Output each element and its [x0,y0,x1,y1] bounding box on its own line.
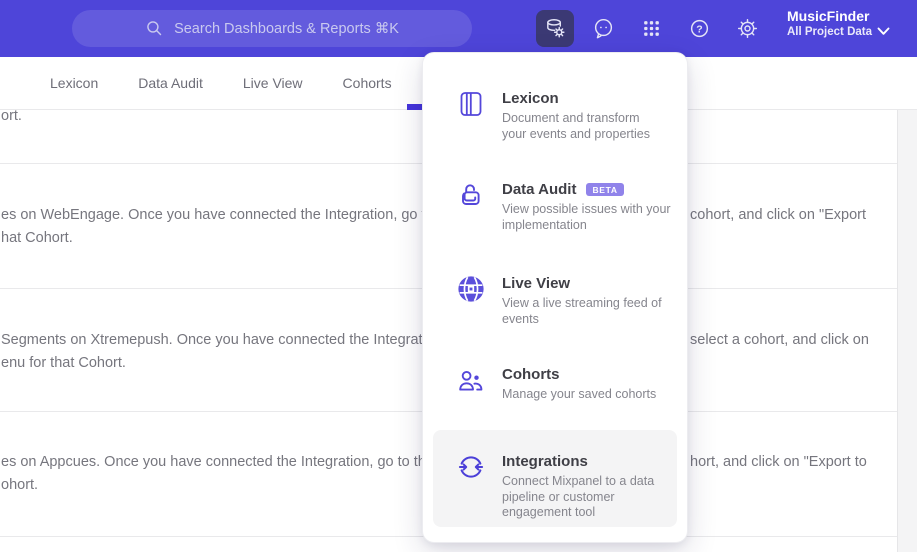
cohorts-people-icon [457,366,485,394]
beta-badge: BETA [586,182,624,197]
content-text-fragment: ohort. [1,477,39,493]
tab-lexicon[interactable]: Lexicon [50,75,98,91]
content-text-fragment: es on WebEngage. Once you have connected… [1,207,458,223]
mixpanel-app: ort. es on WebEngage. Once you have conn… [0,0,917,552]
help-button[interactable]: ? [680,10,718,47]
topbar-icon-group: ? [536,10,766,47]
scrollbar-track[interactable] [897,110,917,552]
journal-icon [457,90,485,118]
feedback-bubble-icon [592,17,615,40]
data-management-button[interactable] [536,10,574,47]
svg-text:?: ? [696,23,702,35]
chevron-down-icon[interactable] [877,23,890,41]
search-icon [145,19,164,38]
tab-data-audit[interactable]: Data Audit [138,75,203,91]
menu-item-title: Integrations [502,453,588,470]
menu-item-title: Cohorts [502,366,560,383]
menu-item-data-audit[interactable]: Data Audit BETA View possible issues wit… [457,181,680,233]
menu-item-title: Live View [502,275,571,292]
menu-item-live-view[interactable]: Live View View a live streaming feed of … [457,275,680,327]
content-text-fragment: select a cohort, and click on [690,332,869,348]
menu-item-description: Manage your saved cohorts [502,387,657,401]
tab-cohorts[interactable]: Cohorts [343,75,392,91]
gear-icon [736,17,759,40]
help-icon: ? [688,17,711,40]
feedback-button[interactable] [584,10,622,47]
database-gear-icon [544,17,567,40]
apps-grid-icon [641,18,662,39]
content-text-fragment: es on Appcues. Once you have connected t… [1,454,450,470]
active-tab-indicator [407,104,423,110]
content-text-fragment: Segments on Xtremepush. Once you have co… [1,332,446,348]
menu-item-description: Connect Mixpanel to a data pipeline or c… [502,474,655,519]
lock-audit-icon [457,181,485,209]
search-input[interactable]: Search Dashboards & Reports ⌘K [72,10,472,47]
content-text-fragment: hort, and click on "Export to [690,454,867,470]
apps-grid-button[interactable] [632,10,670,47]
menu-item-lexicon[interactable]: Lexicon Document and transform your even… [457,90,680,142]
search-placeholder: Search Dashboards & Reports ⌘K [174,20,399,37]
globe-icon [457,275,485,303]
menu-item-integrations[interactable]: Integrations Connect Mixpanel to a data … [433,430,677,527]
menu-item-description: View a live streaming feed of events [502,296,662,326]
project-name: MusicFinder [787,8,870,24]
menu-item-description: Document and transform your events and p… [502,111,651,141]
menu-item-title: Lexicon [502,90,559,107]
integrations-sync-icon [457,453,485,481]
settings-button[interactable] [728,10,766,47]
content-text-fragment: enu for that Cohort. [1,355,126,371]
menu-item-cohorts[interactable]: Cohorts Manage your saved cohorts [457,366,680,403]
content-text-fragment: cohort, and click on "Export [690,207,867,223]
topbar: Search Dashboards & Reports ⌘K ? MusicFi… [0,0,917,57]
data-management-menu: Lexicon Document and transform your even… [422,52,688,543]
content-text-fragment: hat Cohort. [1,230,73,246]
project-subtitle: All Project Data [787,26,872,38]
project-selector[interactable]: MusicFinder All Project Data [787,8,872,39]
menu-item-description: View possible issues with your implement… [502,202,671,232]
tab-live-view[interactable]: Live View [243,75,303,91]
menu-item-title: Data Audit [502,181,577,198]
